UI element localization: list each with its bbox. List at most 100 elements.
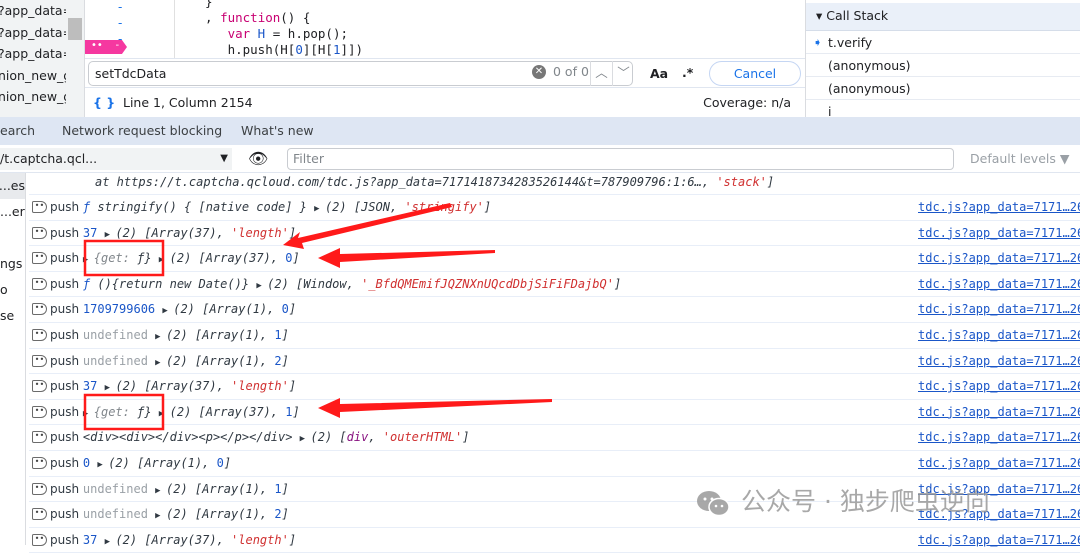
file-list: ?app_data=7?app_data=7?app_data=7nion_ne…: [0, 0, 85, 117]
message-token: stringify() { [native code] }: [97, 200, 315, 214]
watermark-text: 公众号 · 独步爬虫逆向: [741, 487, 990, 516]
source-link[interactable]: tdc.js?app_data=7171…26: [918, 195, 1080, 220]
message-token: 2: [274, 507, 282, 522]
message-token: push: [50, 404, 83, 419]
message-token: ▶: [256, 280, 268, 291]
console-message[interactable]: push undefined ▶ (2) [Array(1), 2]: [50, 349, 289, 376]
tab-network-request-blocking[interactable]: Network request blocking: [62, 123, 222, 138]
message-token: (2) [JSON,: [324, 200, 405, 214]
console-message[interactable]: push 37 ▶ (2) [Array(37), 'length']: [50, 221, 296, 248]
message-token: 0: [216, 455, 224, 470]
chevron-up-icon[interactable]: ︿: [590, 61, 612, 86]
console-message[interactable]: push ƒ (){return new Date()} ▶ (2) [Wind…: [50, 272, 621, 299]
string-value: 'stack': [716, 175, 767, 189]
source-link[interactable]: tdc.js?app_data=7171…26: [918, 528, 1080, 553]
console-sidebar: es... er... ngs o se: [0, 173, 26, 545]
console-message[interactable]: push ƒ stringify() { [native code] } ▶ (…: [50, 195, 491, 222]
message-token: {get:: [93, 251, 138, 266]
source-link[interactable]: tdc.js?app_data=7171…26: [918, 272, 1080, 297]
message-token: ▶: [155, 357, 166, 368]
source-link[interactable]: tdc.js?app_data=7171…26: [918, 323, 1080, 348]
source-link[interactable]: tdc.js?app_data=7171…26: [918, 425, 1080, 450]
console-message[interactable]: push 37 ▶ (2) [Array(37), 'length']: [50, 374, 296, 401]
console-row: •• push ƒ (){return new Date()} ▶ (2) [Wi…: [29, 272, 1080, 298]
console-message[interactable]: push ▶ {get: ƒ} ▶ (2) [Array(37), 0]: [50, 246, 300, 273]
wechat-icon: [697, 491, 730, 517]
message-token: ]: [281, 327, 289, 342]
message-token: ▶: [104, 536, 116, 547]
filter-input[interactable]: Filter: [287, 148, 954, 170]
code-editor[interactable]: }, function() { var H = h.pop(); h.push(…: [175, 0, 800, 57]
source-link[interactable]: tdc.js?app_data=7171…26: [918, 451, 1080, 476]
message-token: 1: [274, 481, 282, 496]
tab-search[interactable]: earch: [0, 123, 35, 138]
message-token: push: [50, 327, 83, 342]
message-token: (2) [: [310, 430, 347, 445]
console-message[interactable]: push 0 ▶ (2) [Array(1), 0]: [50, 451, 231, 478]
file-item[interactable]: ?app_data=7: [0, 43, 66, 65]
call-stack-frame[interactable]: (anonymous): [806, 77, 1080, 100]
sidebar-item[interactable]: [0, 225, 25, 251]
call-stack-header[interactable]: ▾ Call Stack: [806, 3, 1080, 31]
message-token: undefined: [82, 353, 156, 368]
message-token: (2) [Array(37),: [115, 225, 232, 240]
console-message[interactable]: push 37 ▶ (2) [Array(37), 'length']: [50, 528, 296, 555]
message-token: ]: [292, 404, 300, 419]
sidebar-item[interactable]: es...: [0, 173, 25, 199]
source-link[interactable]: tdc.js?app_data=7171…26: [918, 246, 1080, 271]
file-item[interactable]: nion_new_g: [0, 86, 66, 108]
pretty-print-icon[interactable]: { }: [93, 88, 115, 117]
call-stack-frame[interactable]: ➧ t.verify: [806, 31, 1080, 54]
match-case-button[interactable]: Aa: [650, 66, 668, 81]
console-message[interactable]: push undefined ▶ (2) [Array(1), 2]: [50, 502, 289, 529]
console-row: at https://t.captcha.qcloud.com/tdc.js?a…: [29, 173, 1080, 195]
search-input[interactable]: setTdcData: [88, 61, 633, 86]
call-stack-frame[interactable]: (anonymous): [806, 54, 1080, 77]
message-token: undefined: [82, 327, 156, 342]
sidebar-item[interactable]: er...: [0, 199, 25, 225]
message-token: [152, 251, 159, 265]
message-token: ▶: [82, 408, 94, 419]
source-link[interactable]: tdc.js?app_data=7171…26: [918, 400, 1080, 425]
log-message-icon: ••: [32, 277, 47, 290]
source-link[interactable]: tdc.js?app_data=7171…26: [918, 297, 1080, 322]
message-token: ]: [292, 251, 300, 266]
log-message-icon: ••: [32, 431, 47, 444]
message-token: (2) [Array(1),: [166, 327, 275, 342]
file-item[interactable]: nion_new_g: [0, 65, 66, 87]
clear-icon[interactable]: ✕: [532, 65, 546, 79]
context-selector[interactable]: /t.captcha.qcl... ▼: [0, 148, 232, 170]
console-row: •• push 37 ▶ (2) [Array(37), 'length'] tdc…: [29, 528, 1080, 554]
sidebar-item[interactable]: se: [0, 303, 25, 329]
chevron-down-icon[interactable]: ﹀: [612, 61, 634, 86]
file-item[interactable]: ?app_data=7: [0, 0, 66, 22]
file-item[interactable]: ?app_data=7: [0, 22, 66, 44]
message-token: 1: [274, 327, 282, 342]
breakpoint-marker[interactable]: •• -: [85, 40, 127, 54]
message-token: (2) [Array(1),: [166, 353, 275, 368]
source-link[interactable]: tdc.js?app_data=7171…26: [918, 221, 1080, 246]
message-token: ]: [613, 276, 622, 291]
message-token: 'length': [231, 225, 289, 240]
sidebar-item[interactable]: o: [0, 277, 25, 303]
console-message[interactable]: push ▶ {get: ƒ} ▶ (2) [Array(37), 1]: [50, 400, 300, 427]
console-message[interactable]: push undefined ▶ (2) [Array(1), 1]: [50, 323, 289, 350]
log-message-icon: ••: [32, 201, 47, 213]
source-link[interactable]: tdc.js?app_data=7171…26: [918, 349, 1080, 374]
eye-icon[interactable]: 👁: [248, 149, 268, 168]
log-levels-dropdown[interactable]: Default levels ▼: [970, 151, 1069, 166]
sidebar-item[interactable]: ngs: [0, 251, 25, 277]
console-message[interactable]: push 1709799606 ▶ (2) [Array(1), 0]: [50, 297, 296, 324]
message-token: ]: [281, 481, 289, 496]
console-message[interactable]: push undefined ▶ (2) [Array(1), 1]: [50, 477, 289, 504]
cancel-button[interactable]: Cancel: [709, 61, 801, 86]
message-token: push: [50, 276, 83, 291]
log-message-icon: ••: [32, 380, 47, 393]
regex-button[interactable]: .*: [682, 65, 693, 80]
console-message[interactable]: push <div><div></div><p></p></div> ▶ (2)…: [50, 425, 469, 452]
tab-whats-new[interactable]: What's new: [241, 123, 314, 138]
message-token: ▶: [314, 204, 325, 214]
message-token: ▶: [158, 255, 170, 266]
source-link[interactable]: tdc.js?app_data=7171…26: [918, 374, 1080, 399]
scrollbar[interactable]: [68, 18, 82, 40]
